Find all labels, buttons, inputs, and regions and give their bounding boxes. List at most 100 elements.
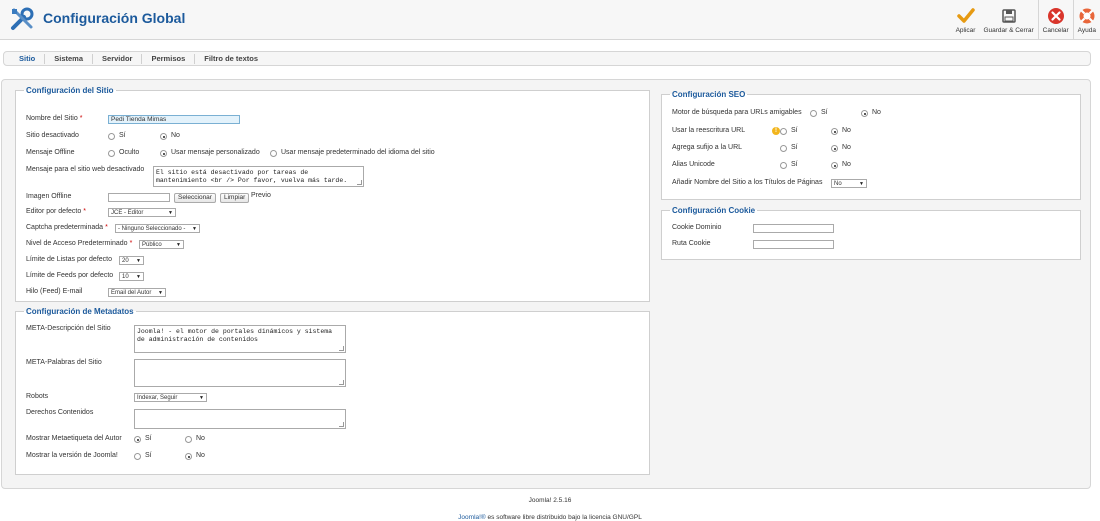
resize-grip[interactable] bbox=[339, 346, 344, 351]
url-suffix-no-label: No bbox=[842, 144, 851, 151]
cookie-path-label: Ruta Cookie bbox=[672, 240, 711, 247]
metadata-settings-panel: Configuración de Metadatos META-Descripc… bbox=[15, 307, 650, 475]
show-version-yes-radio[interactable] bbox=[134, 453, 141, 460]
main-panel: Configuración del Sitio Nombre del Sitio… bbox=[1, 79, 1091, 489]
toolbar: Aplicar Guardar & Cerrar Cancelar Ayuda bbox=[952, 0, 1100, 40]
meta-description-value: Joomla! - el motor de portales dinámicos… bbox=[137, 328, 333, 343]
unicode-alias-no-label: No bbox=[842, 161, 851, 168]
editor-select[interactable]: JCE - Editor bbox=[108, 208, 176, 217]
site-offline-yes-radio[interactable] bbox=[108, 133, 115, 140]
page-title: Configuración Global bbox=[43, 10, 186, 26]
offline-image-label: Imagen Offline bbox=[26, 193, 72, 200]
offline-image-input[interactable] bbox=[108, 193, 170, 202]
save-close-button[interactable]: Guardar & Cerrar bbox=[979, 0, 1037, 40]
cancel-icon bbox=[1047, 8, 1064, 24]
tab-text-filters[interactable]: Filtro de textos bbox=[195, 54, 267, 64]
feed-email-select[interactable]: Email del Autor bbox=[108, 288, 166, 297]
list-limit-label: Límite de Listas por defecto bbox=[26, 256, 112, 263]
offline-default-label: Usar mensaje predeterminado del idioma d… bbox=[281, 149, 435, 156]
content-rights-label: Derechos Contenidos bbox=[26, 409, 94, 416]
site-name-input[interactable]: Pedi Tienda Mimas bbox=[108, 115, 240, 124]
show-version-yes-label: Sí bbox=[145, 452, 152, 459]
url-suffix-yes-label: Sí bbox=[791, 144, 798, 151]
site-name-label: Nombre del Sitio * bbox=[26, 115, 83, 122]
url-rewrite-yes-radio[interactable] bbox=[780, 128, 787, 135]
show-author-yes-label: Sí bbox=[145, 435, 152, 442]
meta-keywords-label: META-Palabras del Sitio bbox=[26, 359, 102, 366]
preview-label: Previo bbox=[251, 192, 271, 199]
offline-hidden-radio[interactable] bbox=[108, 150, 115, 157]
unicode-alias-yes-label: Sí bbox=[791, 161, 798, 168]
tab-site[interactable]: Sitio bbox=[10, 53, 46, 64]
offline-hidden-label: Oculto bbox=[119, 149, 140, 156]
list-limit-select[interactable]: 20 bbox=[119, 256, 144, 265]
cookie-path-input[interactable] bbox=[753, 240, 834, 249]
site-offline-no-label: No bbox=[171, 132, 180, 139]
sitename-titles-label: Añadir Nombre del Sitio a los Títulos de… bbox=[672, 179, 823, 186]
header-bar: Configuración Global Aplicar Guardar & C… bbox=[0, 0, 1100, 40]
show-version-label: Mostrar la versión de Joomla! bbox=[26, 452, 118, 459]
meta-description-textarea[interactable]: Joomla! - el motor de portales dinámicos… bbox=[134, 325, 346, 353]
clear-image-button[interactable]: Limpiar bbox=[220, 193, 250, 203]
show-version-no-label: No bbox=[196, 452, 205, 459]
joomla-version: Joomla! 2.5.16 bbox=[528, 497, 572, 504]
apply-button[interactable]: Aplicar bbox=[952, 0, 980, 40]
save-icon bbox=[1001, 9, 1016, 23]
offline-custom-label: Usar mensaje personalizado bbox=[171, 149, 260, 156]
sitename-titles-select[interactable]: No bbox=[831, 179, 867, 188]
feed-limit-select[interactable]: 10 bbox=[119, 272, 144, 281]
offline-custom-radio[interactable] bbox=[160, 150, 167, 157]
meta-description-label: META-Descripción del Sitio bbox=[26, 325, 111, 332]
cancel-label: Cancelar bbox=[1042, 27, 1069, 34]
url-suffix-no-radio[interactable] bbox=[831, 145, 838, 152]
offline-text-value: El sitio está desactivado por tareas de … bbox=[156, 169, 348, 184]
apply-label: Aplicar bbox=[955, 27, 976, 34]
url-suffix-yes-radio[interactable] bbox=[780, 145, 787, 152]
cancel-button[interactable]: Cancelar bbox=[1039, 0, 1073, 40]
cookie-domain-input[interactable] bbox=[753, 224, 834, 233]
url-rewrite-no-radio[interactable] bbox=[831, 128, 838, 135]
meta-keywords-textarea[interactable] bbox=[134, 359, 346, 387]
unicode-alias-label: Alias Unicode bbox=[672, 161, 715, 168]
site-offline-no-radio[interactable] bbox=[160, 133, 167, 140]
tab-permissions[interactable]: Permisos bbox=[142, 53, 196, 64]
tools-icon bbox=[11, 7, 34, 30]
show-author-yes-radio[interactable] bbox=[134, 436, 141, 443]
unicode-alias-no-radio[interactable] bbox=[831, 162, 838, 169]
warning-icon: ! bbox=[772, 127, 780, 135]
tab-system[interactable]: Sistema bbox=[45, 53, 94, 64]
content-rights-textarea[interactable] bbox=[134, 409, 346, 429]
seo-settings-legend: Configuración SEO bbox=[672, 90, 746, 99]
offline-text-textarea[interactable]: El sitio está desactivado por tareas de … bbox=[153, 166, 364, 187]
feed-email-label: Hilo (Feed) E-mail bbox=[26, 288, 83, 295]
cookie-settings-legend: Configuración Cookie bbox=[672, 206, 756, 215]
access-level-select[interactable]: Público bbox=[139, 240, 184, 249]
show-author-label: Mostrar Metaetiqueta del Autor bbox=[26, 435, 122, 442]
editor-label: Editor por defecto * bbox=[26, 208, 86, 215]
lifebuoy-icon bbox=[1079, 8, 1095, 24]
robots-label: Robots bbox=[26, 393, 49, 400]
help-button[interactable]: Ayuda bbox=[1074, 0, 1100, 40]
show-author-no-radio[interactable] bbox=[185, 436, 192, 443]
seo-settings-panel: Configuración SEO Motor de búsqueda para… bbox=[661, 90, 1081, 200]
sef-urls-label: Motor de búsqueda para URLs amigables bbox=[672, 109, 802, 116]
sef-urls-yes-radio[interactable] bbox=[810, 110, 817, 117]
show-version-no-radio[interactable] bbox=[185, 453, 192, 460]
cookie-domain-label: Cookie Dominio bbox=[672, 224, 722, 231]
sef-urls-no-radio[interactable] bbox=[861, 110, 868, 117]
captcha-select[interactable]: - Ninguno Seleccionado - bbox=[115, 224, 200, 233]
url-rewrite-label: Usar la reescritura URL bbox=[672, 127, 746, 134]
resize-grip[interactable] bbox=[339, 380, 344, 385]
robots-select[interactable]: Indexar, Seguir bbox=[134, 393, 207, 402]
resize-grip[interactable] bbox=[357, 180, 362, 185]
unicode-alias-yes-radio[interactable] bbox=[780, 162, 787, 169]
url-suffix-label: Agrega sufijo a la URL bbox=[672, 144, 743, 151]
site-offline-yes-label: Sí bbox=[119, 132, 126, 139]
offline-default-radio[interactable] bbox=[270, 150, 277, 157]
show-author-no-label: No bbox=[196, 435, 205, 442]
resize-grip[interactable] bbox=[339, 422, 344, 427]
captcha-label: Captcha predeterminada * bbox=[26, 224, 108, 231]
tab-server[interactable]: Servidor bbox=[93, 53, 143, 64]
select-image-button[interactable]: Seleccionar bbox=[174, 193, 216, 203]
site-settings-legend: Configuración del Sitio bbox=[26, 86, 114, 95]
